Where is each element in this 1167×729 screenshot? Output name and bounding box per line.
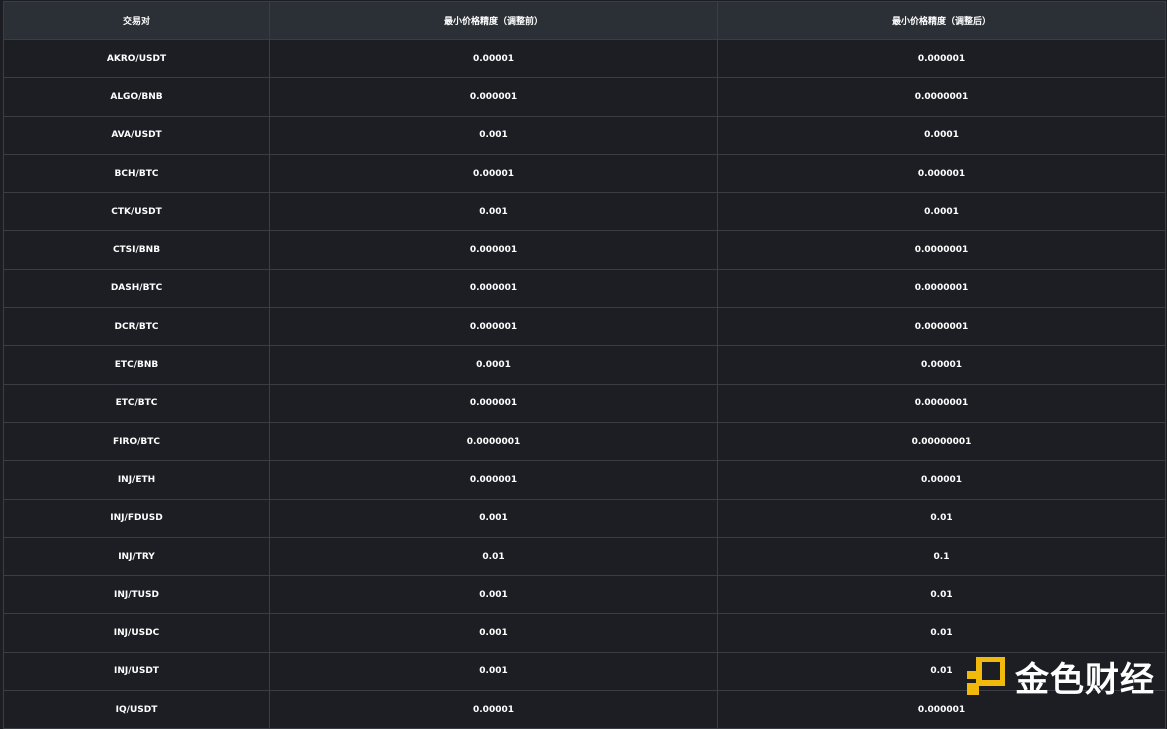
cell-trading-pair: ALGO/BNB [4, 78, 270, 116]
cell-trading-pair: FIRO/BTC [4, 422, 270, 460]
cell-trading-pair: CTK/USDT [4, 193, 270, 231]
jinse-logo-icon [965, 657, 1005, 697]
table-row: CTSI/BNB0.0000010.0000001 [4, 231, 1166, 269]
cell-trading-pair: IQ/USDT [4, 691, 270, 729]
cell-precision-before: 0.00001 [270, 154, 718, 192]
table-row: INJ/USDC0.0010.01 [4, 614, 1166, 652]
cell-precision-after: 0.00000001 [718, 422, 1166, 460]
table-row: ETC/BTC0.0000010.0000001 [4, 384, 1166, 422]
cell-precision-before: 0.000001 [270, 308, 718, 346]
table-row: INJ/TRY0.010.1 [4, 537, 1166, 575]
table-row: INJ/FDUSD0.0010.01 [4, 499, 1166, 537]
cell-trading-pair: INJ/TUSD [4, 576, 270, 614]
cell-precision-before: 0.01 [270, 537, 718, 575]
cell-precision-before: 0.00001 [270, 691, 718, 729]
cell-trading-pair: ETC/BTC [4, 384, 270, 422]
table-row: FIRO/BTC0.00000010.00000001 [4, 422, 1166, 460]
cell-precision-after: 0.000001 [718, 154, 1166, 192]
watermark-text: 金色财经 [1015, 652, 1155, 701]
cell-precision-before: 0.001 [270, 652, 718, 690]
cell-trading-pair: DASH/BTC [4, 269, 270, 307]
table-row: AKRO/USDT0.000010.000001 [4, 40, 1166, 78]
cell-precision-before: 0.001 [270, 116, 718, 154]
cell-precision-before: 0.001 [270, 499, 718, 537]
header-min-price-precision-before: 最小价格精度（调整前） [270, 2, 718, 40]
table-row: BCH/BTC0.000010.000001 [4, 154, 1166, 192]
precision-table-container: 交易对 最小价格精度（调整前） 最小价格精度（调整后） AKRO/USDT0.0… [3, 1, 1165, 729]
cell-precision-after: 0.0000001 [718, 78, 1166, 116]
cell-precision-after: 0.0000001 [718, 231, 1166, 269]
table-row: DASH/BTC0.0000010.0000001 [4, 269, 1166, 307]
cell-trading-pair: ETC/BNB [4, 346, 270, 384]
cell-precision-before: 0.000001 [270, 384, 718, 422]
cell-precision-after: 0.0001 [718, 116, 1166, 154]
table-row: INJ/TUSD0.0010.01 [4, 576, 1166, 614]
cell-precision-after: 0.01 [718, 499, 1166, 537]
cell-trading-pair: BCH/BTC [4, 154, 270, 192]
cell-precision-before: 0.000001 [270, 231, 718, 269]
cell-trading-pair: INJ/USDT [4, 652, 270, 690]
cell-precision-after: 0.0001 [718, 193, 1166, 231]
cell-trading-pair: AKRO/USDT [4, 40, 270, 78]
cell-trading-pair: CTSI/BNB [4, 231, 270, 269]
table-row: ALGO/BNB0.0000010.0000001 [4, 78, 1166, 116]
cell-precision-before: 0.001 [270, 614, 718, 652]
cell-precision-after: 0.0000001 [718, 384, 1166, 422]
cell-precision-before: 0.000001 [270, 269, 718, 307]
cell-precision-after: 0.00001 [718, 346, 1166, 384]
table-row: CTK/USDT0.0010.0001 [4, 193, 1166, 231]
cell-precision-after: 0.00001 [718, 461, 1166, 499]
cell-trading-pair: INJ/FDUSD [4, 499, 270, 537]
cell-trading-pair: INJ/ETH [4, 461, 270, 499]
cell-precision-before: 0.0001 [270, 346, 718, 384]
cell-trading-pair: DCR/BTC [4, 308, 270, 346]
precision-table: 交易对 最小价格精度（调整前） 最小价格精度（调整后） AKRO/USDT0.0… [3, 1, 1166, 729]
cell-precision-after: 0.01 [718, 576, 1166, 614]
cell-precision-before: 0.00001 [270, 40, 718, 78]
header-min-price-precision-after: 最小价格精度（调整后） [718, 2, 1166, 40]
cell-trading-pair: AVA/USDT [4, 116, 270, 154]
cell-precision-after: 0.0000001 [718, 308, 1166, 346]
cell-trading-pair: INJ/TRY [4, 537, 270, 575]
table-row: AVA/USDT0.0010.0001 [4, 116, 1166, 154]
cell-precision-before: 0.001 [270, 193, 718, 231]
table-row: INJ/ETH0.0000010.00001 [4, 461, 1166, 499]
cell-precision-after: 0.01 [718, 614, 1166, 652]
cell-precision-after: 0.1 [718, 537, 1166, 575]
cell-precision-before: 0.0000001 [270, 422, 718, 460]
jinse-watermark: 金色财经 [965, 652, 1155, 701]
cell-precision-after: 0.000001 [718, 40, 1166, 78]
cell-precision-before: 0.000001 [270, 78, 718, 116]
table-row: ETC/BNB0.00010.00001 [4, 346, 1166, 384]
cell-precision-before: 0.000001 [270, 461, 718, 499]
cell-precision-after: 0.0000001 [718, 269, 1166, 307]
header-trading-pair: 交易对 [4, 2, 270, 40]
cell-precision-before: 0.001 [270, 576, 718, 614]
table-row: DCR/BTC0.0000010.0000001 [4, 308, 1166, 346]
cell-trading-pair: INJ/USDC [4, 614, 270, 652]
table-header-row: 交易对 最小价格精度（调整前） 最小价格精度（调整后） [4, 2, 1166, 40]
